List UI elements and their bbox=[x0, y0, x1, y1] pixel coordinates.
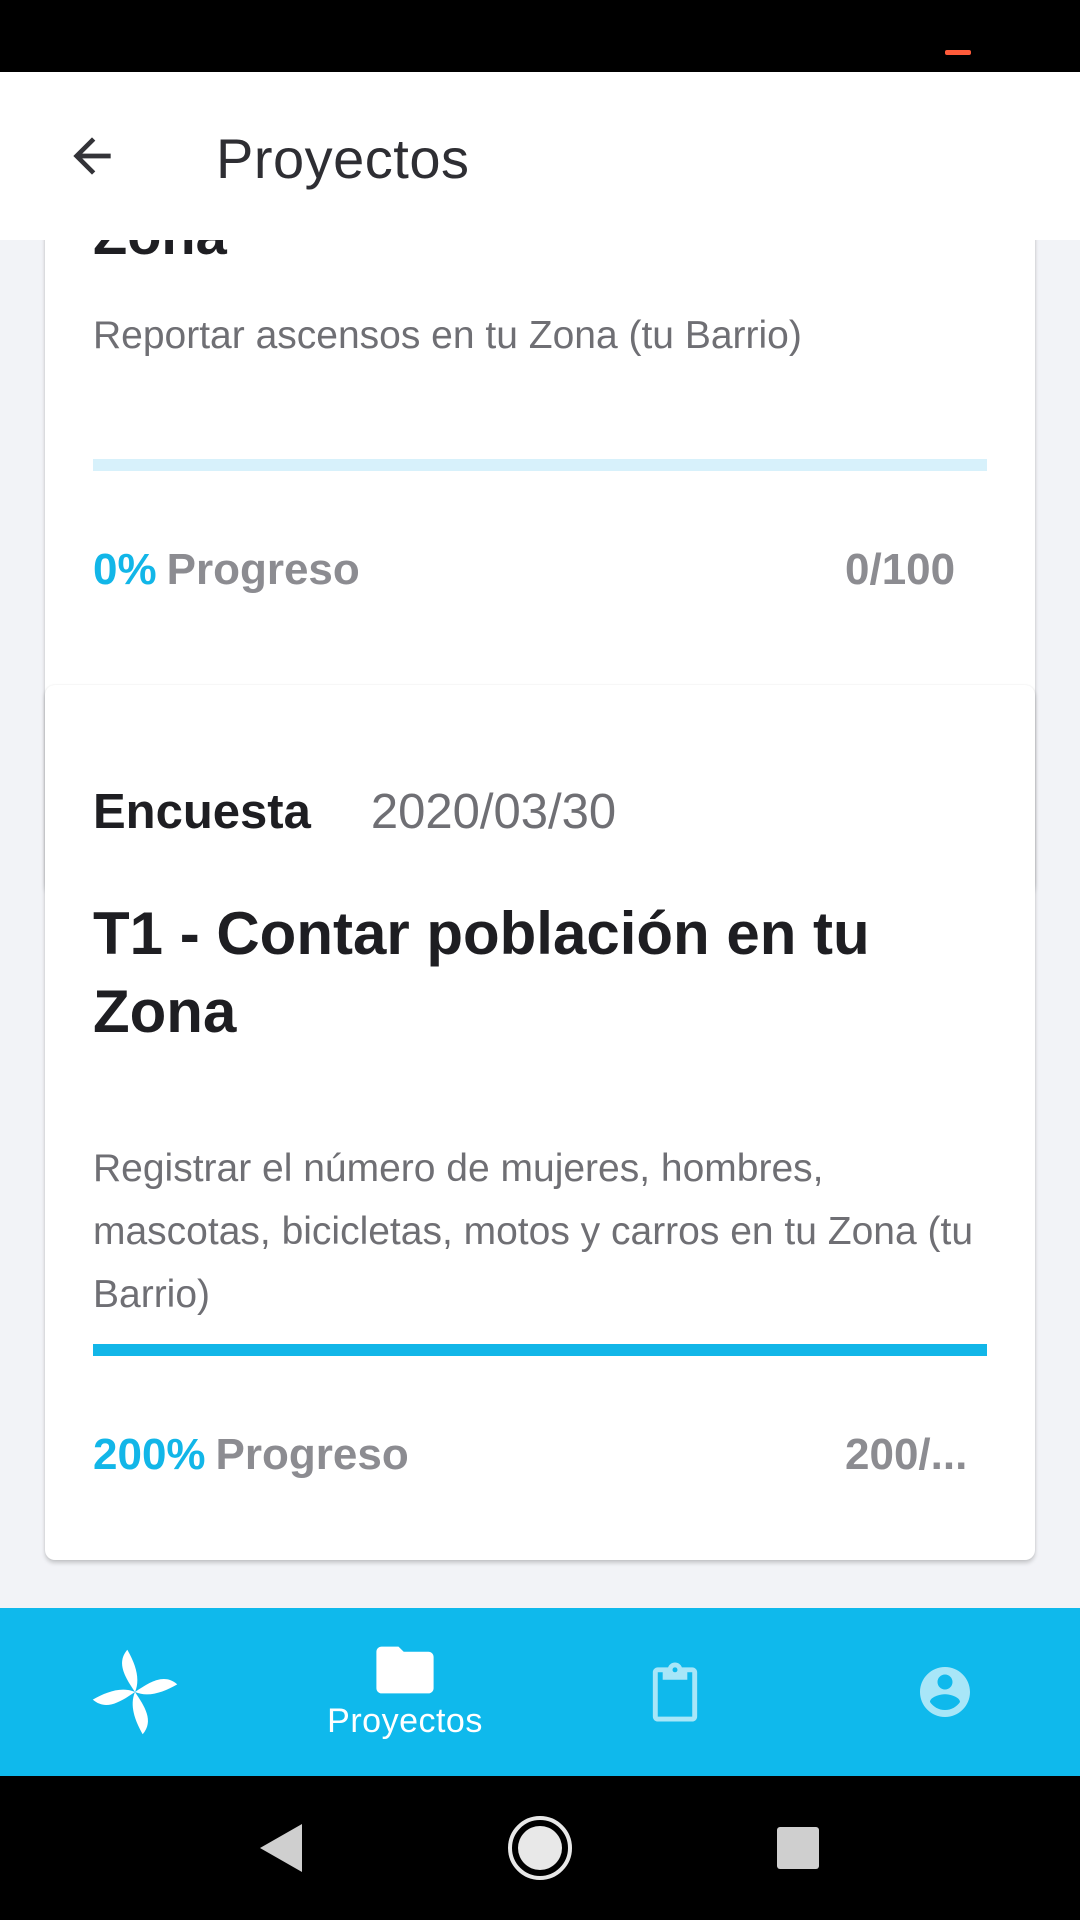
back-button[interactable] bbox=[44, 108, 140, 204]
nav-item-proyectos[interactable]: Proyectos bbox=[270, 1608, 540, 1776]
folder-icon bbox=[376, 1646, 434, 1693]
app-bar: Proyectos bbox=[0, 72, 1080, 240]
project-meta: Encuesta 2020/03/30 bbox=[93, 782, 616, 842]
progress-summary: 200% Progreso 200/... bbox=[93, 1430, 987, 1490]
project-description: Registrar el número de mujeres, hombres,… bbox=[93, 1147, 974, 1316]
progress-label: Progreso bbox=[166, 545, 360, 594]
project-date: 2020/03/30 bbox=[370, 785, 617, 839]
nav-item-profile[interactable] bbox=[810, 1608, 1080, 1776]
system-home-button[interactable] bbox=[500, 1776, 580, 1920]
progress-summary: 0% Progreso 0/100 bbox=[93, 545, 987, 605]
account-circle-icon bbox=[920, 1667, 970, 1717]
progress-fill bbox=[93, 1344, 987, 1356]
system-back-button[interactable] bbox=[240, 1776, 320, 1920]
project-title: Zona bbox=[93, 240, 227, 274]
progress-count: 0/100 bbox=[845, 545, 956, 594]
bottom-navigation: Proyectos bbox=[0, 1608, 1080, 1776]
status-indicator bbox=[945, 50, 971, 55]
project-title: T1 - Contar población en tu Zona bbox=[93, 900, 870, 1045]
progress-percent: 200% bbox=[93, 1430, 206, 1479]
circle-home-icon bbox=[508, 1816, 572, 1880]
progress-percent: 0% bbox=[93, 545, 157, 594]
system-recents-button[interactable] bbox=[758, 1776, 838, 1920]
progress-bar bbox=[93, 1344, 987, 1356]
nav-item-tasks[interactable] bbox=[540, 1608, 810, 1776]
progress-bar bbox=[93, 459, 987, 471]
triangle-back-icon bbox=[260, 1824, 302, 1872]
square-recents-icon bbox=[777, 1827, 819, 1869]
nav-label: Proyectos bbox=[327, 1701, 483, 1740]
system-navigation-bar bbox=[0, 1776, 1080, 1920]
project-type: Encuesta bbox=[93, 785, 311, 839]
progress-count: 200/... bbox=[845, 1430, 968, 1479]
project-description: Reportar ascensos en tu Zona (tu Barrio) bbox=[93, 314, 802, 357]
arrow-back-icon bbox=[73, 137, 111, 175]
project-list[interactable]: Zona Reportar ascensos en tu Zona (tu Ba… bbox=[0, 240, 1080, 1608]
page-title: Proyectos bbox=[216, 127, 470, 190]
pinwheel-icon bbox=[92, 1649, 178, 1735]
project-card[interactable]: Encuesta 2020/03/30 T1 - Contar población… bbox=[45, 685, 1035, 1560]
progress-label: Progreso bbox=[215, 1430, 409, 1479]
nav-item-home[interactable] bbox=[0, 1608, 270, 1776]
status-bar bbox=[0, 0, 1080, 72]
clipboard-icon bbox=[652, 1662, 698, 1722]
